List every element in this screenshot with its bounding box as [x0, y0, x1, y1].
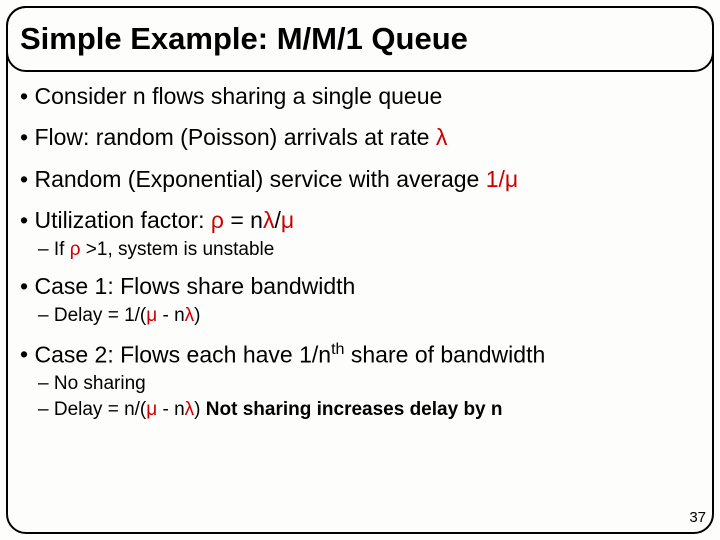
bullet-5-sub-1-e: ): [194, 305, 200, 326]
bullet-5-sub-1-lambda: λ: [185, 305, 195, 326]
title-box: Simple Example: M/M/1 Queue: [6, 6, 714, 72]
bullet-5-sub-1-a: Delay = 1/(: [54, 305, 146, 326]
bullet-2-text-a: Flow: random (Poisson) arrivals at rate: [34, 124, 435, 150]
bullet-5-sub-1: Delay = 1/(μ - nλ): [20, 304, 700, 329]
bullet-6-sub-1-text: No sharing: [54, 373, 146, 394]
bullet-5-text: Case 1: Flows share bandwidth: [34, 273, 355, 299]
bullet-3: Random (Exponential) service with averag…: [20, 165, 700, 194]
bullet-5: Case 1: Flows share bandwidth: [20, 272, 700, 301]
bullet-6: Case 2: Flows each have 1/nth share of b…: [20, 339, 700, 370]
bullet-6-sub-2-bold: Not sharing increases delay by n: [206, 399, 503, 420]
bullet-2: Flow: random (Poisson) arrivals at rate …: [20, 123, 700, 152]
bullet-4-lambda: λ: [263, 207, 275, 233]
bullet-4-text-a: Utilization factor:: [34, 207, 210, 233]
bullet-5-sub-1-mu: μ: [146, 305, 157, 326]
slide-content: Consider n flows sharing a single queue …: [20, 82, 700, 520]
bullet-4-sub-1-c: >1, system is unstable: [81, 239, 275, 260]
bullet-3-oneovermu: 1/μ: [486, 166, 518, 192]
bullet-3-text-a: Random (Exponential) service with averag…: [34, 166, 485, 192]
bullet-6-sup-th: th: [331, 340, 344, 358]
bullet-4-sub-1-rho: ρ: [70, 239, 81, 260]
bullet-6-sub-2-e: ): [194, 399, 206, 420]
slide: Simple Example: M/M/1 Queue Consider n f…: [0, 0, 720, 540]
bullet-5-sub-1-c: - n: [157, 305, 184, 326]
bullet-4-sub-1: If ρ >1, system is unstable: [20, 238, 700, 263]
bullet-4: Utilization factor: ρ = nλ/μ: [20, 206, 700, 235]
bullet-4-text-c: = n: [224, 207, 263, 233]
bullet-6-text-a: Case 2: Flows each have 1/n: [34, 341, 331, 367]
bullet-6-sub-1: No sharing: [20, 372, 700, 397]
bullet-1-text: Consider n flows sharing a single queue: [34, 83, 442, 109]
bullet-6-sub-2-mu: μ: [146, 399, 157, 420]
bullet-6-sub-2-c: - n: [157, 399, 184, 420]
bullet-2-lambda: λ: [436, 124, 448, 150]
bullet-6-text-c: share of bandwidth: [345, 341, 546, 367]
bullet-4-mu: μ: [281, 207, 294, 233]
bullet-6-sub-2-lambda: λ: [185, 399, 195, 420]
bullet-4-sub-1-a: If: [54, 239, 70, 260]
bullet-4-rho: ρ: [211, 207, 224, 233]
page-number: 37: [689, 509, 706, 526]
bullet-6-sub-2: Delay = n/(μ - nλ) Not sharing increases…: [20, 398, 700, 423]
bullet-1: Consider n flows sharing a single queue: [20, 82, 700, 111]
slide-title: Simple Example: M/M/1 Queue: [20, 21, 468, 57]
bullet-6-sub-2-a: Delay = n/(: [54, 399, 146, 420]
